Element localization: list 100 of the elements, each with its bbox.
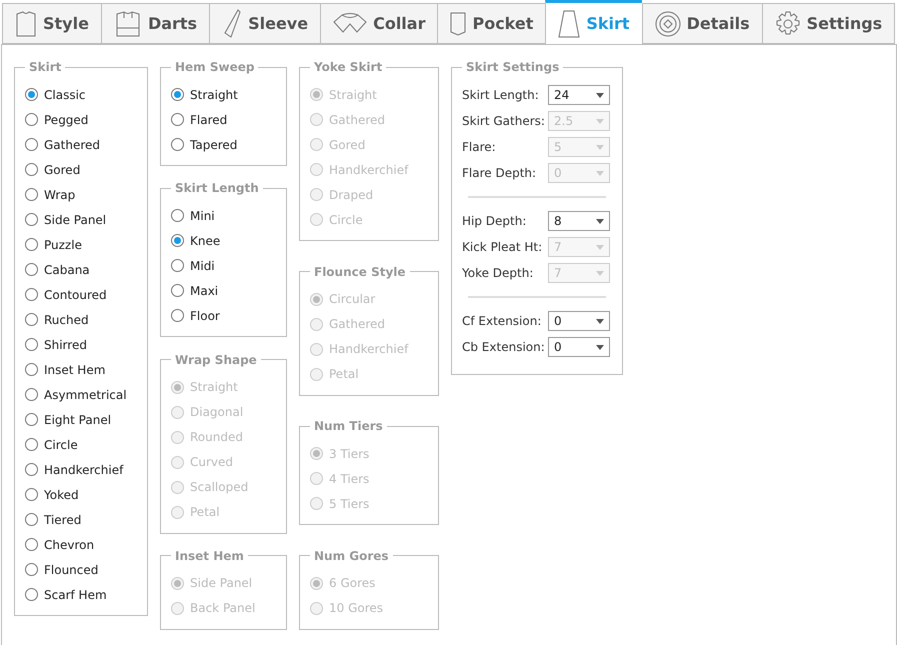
option-label: Floor: [190, 308, 220, 323]
field-label: Flare:: [462, 140, 497, 154]
radio-option[interactable]: Flounced: [25, 557, 137, 582]
option-label: Curved: [190, 455, 234, 470]
radio-button[interactable]: [25, 388, 38, 401]
option-label: Gored: [44, 162, 80, 176]
group-title: Skirt Length: [174, 181, 260, 196]
radio-option[interactable]: Gathered: [25, 132, 137, 157]
radio-option[interactable]: Flared: [171, 107, 276, 132]
radio-button[interactable]: [25, 263, 38, 276]
radio-button[interactable]: [25, 363, 38, 376]
tab[interactable]: Sleeve: [209, 3, 320, 44]
radio-button[interactable]: [25, 163, 38, 176]
tab[interactable]: Style: [2, 3, 101, 44]
radio-button[interactable]: [25, 113, 38, 126]
radio-button[interactable]: [25, 313, 38, 326]
option-label: Asymmetrical: [44, 388, 127, 402]
tab[interactable]: Settings: [762, 3, 896, 44]
radio-button[interactable]: [25, 288, 38, 301]
radio-button[interactable]: [171, 234, 184, 248]
radio-option[interactable]: Gored: [25, 157, 137, 182]
radio-option[interactable]: Asymmetrical: [25, 382, 137, 407]
radio-button[interactable]: [25, 188, 38, 201]
radio-button[interactable]: [25, 488, 38, 501]
radio-option[interactable]: Floor: [171, 303, 276, 328]
option-label: Classic: [44, 88, 86, 102]
radio-option[interactable]: Side Panel: [25, 207, 137, 232]
option-label: Straight: [329, 88, 377, 102]
option-label: Handkerchief: [329, 342, 408, 356]
radio-button[interactable]: [25, 338, 38, 351]
dropdown[interactable]: 24: [548, 85, 610, 105]
radio-button[interactable]: [171, 113, 184, 126]
dropdown[interactable]: 0: [548, 337, 610, 357]
option-label: Side Panel: [190, 576, 252, 590]
option-label: Mini: [190, 208, 215, 223]
radio-option[interactable]: Chevron: [25, 532, 137, 557]
radio-button[interactable]: [25, 588, 38, 601]
tab-label: Skirt: [586, 14, 630, 33]
option-label: Eight Panel: [44, 412, 112, 426]
radio-option[interactable]: Contoured: [25, 282, 137, 307]
radio-button[interactable]: [25, 88, 38, 101]
tab[interactable]: Details: [642, 3, 762, 44]
option-label: Gathered: [44, 138, 100, 152]
radio-button[interactable]: [171, 138, 184, 151]
radio-option[interactable]: Knee: [171, 228, 276, 254]
radio-button[interactable]: [171, 284, 184, 298]
option-label: Petal: [190, 505, 220, 520]
radio-option[interactable]: Scarf Hem: [25, 582, 137, 607]
option-label: Handkerchief: [329, 162, 408, 176]
tab[interactable]: Darts: [100, 3, 210, 44]
radio-button[interactable]: [171, 209, 184, 222]
tab[interactable]: Pocket: [437, 3, 546, 44]
dropdown[interactable]: 8: [548, 211, 610, 231]
field-label: Cb Extension:: [462, 340, 546, 354]
radio-option[interactable]: Midi: [171, 253, 276, 278]
option-label: Tiered: [44, 512, 82, 526]
radio-option[interactable]: Tapered: [171, 132, 276, 157]
radio-option[interactable]: Inset Hem: [25, 357, 137, 382]
radio-button[interactable]: [25, 213, 38, 226]
radio-button[interactable]: [171, 309, 184, 322]
option-label: Draped: [329, 188, 374, 202]
radio-option[interactable]: Handkerchief: [25, 457, 137, 482]
radio-option[interactable]: Eight Panel: [25, 407, 137, 432]
radio-button[interactable]: [25, 238, 38, 251]
radio-option[interactable]: Straight: [171, 82, 276, 107]
radio-option[interactable]: Mini: [171, 203, 276, 228]
radio-option[interactable]: Circle: [25, 432, 137, 457]
option-label: Cabana: [44, 262, 90, 276]
radio-button[interactable]: [25, 463, 38, 476]
radio-option[interactable]: Cabana: [25, 257, 137, 282]
radio-button[interactable]: [171, 259, 184, 272]
option-label: Straight: [190, 88, 238, 102]
option-label: Handkerchief: [44, 462, 124, 476]
radio-button[interactable]: [25, 538, 38, 551]
radio-option[interactable]: Maxi: [171, 278, 276, 304]
radio-option[interactable]: Pegged: [25, 107, 137, 132]
radio-button[interactable]: [25, 513, 38, 526]
field-label: Cf Extension:: [462, 314, 542, 328]
radio-button[interactable]: [25, 438, 38, 451]
tab-label: Darts: [148, 14, 198, 33]
option-label: Circular: [329, 292, 376, 306]
radio-button[interactable]: [25, 138, 38, 151]
radio-option[interactable]: Puzzle: [25, 232, 137, 257]
tab-label: Details: [686, 14, 750, 33]
radio-option[interactable]: Classic: [25, 82, 137, 107]
radio-button[interactable]: [171, 88, 184, 101]
radio-button[interactable]: [25, 413, 38, 426]
radio-option[interactable]: Yoked: [25, 482, 137, 507]
shirt-icon: [15, 10, 37, 38]
group-title: Yoke Skirt: [313, 60, 384, 74]
caret-icon: [596, 118, 604, 124]
radio-option[interactable]: Shirred: [25, 332, 137, 357]
radio-option[interactable]: Wrap: [25, 182, 137, 207]
dropdown[interactable]: 0: [548, 311, 610, 331]
caret-icon: [596, 170, 604, 176]
option-label: 5 Tiers: [329, 496, 370, 511]
radio-option[interactable]: Ruched: [25, 307, 137, 332]
radio-button[interactable]: [25, 563, 38, 576]
tab[interactable]: Collar: [320, 3, 438, 44]
radio-option[interactable]: Tiered: [25, 507, 137, 532]
